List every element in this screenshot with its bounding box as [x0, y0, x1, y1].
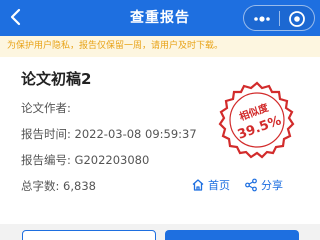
share-icon — [245, 178, 257, 192]
share-button[interactable]: 分享 — [244, 175, 283, 195]
nav-bar: 查重报告 — [0, 0, 320, 36]
more-icon[interactable] — [252, 9, 272, 29]
home-label: 首页 — [208, 179, 230, 192]
report-word-count: 总字数: 6,838 — [21, 179, 96, 193]
home-icon — [192, 179, 204, 191]
share-label: 分享 — [261, 179, 283, 192]
primary-action-button[interactable] — [165, 230, 299, 240]
report-title: 论文初稿2 — [21, 70, 92, 88]
capsule-menu — [243, 5, 315, 31]
home-button[interactable]: 首页 — [191, 175, 230, 195]
secondary-action-button[interactable] — [22, 230, 156, 240]
privacy-notice: 为保护用户隐私，报告仅保留一周，请用户及时下载。 — [0, 36, 320, 57]
report-number: 报告编号: G202203080 — [21, 153, 150, 167]
report-time: 报告时间: 2022-03-08 09:59:37 — [21, 127, 197, 141]
report-author: 论文作者: — [21, 101, 71, 115]
close-miniprogram-icon[interactable] — [287, 9, 307, 29]
capsule-divider — [279, 11, 280, 26]
report-card: 论文初稿2 论文作者: 报告时间: 2022-03-08 09:59:37 报告… — [0, 57, 320, 224]
similarity-stamp: 相似度 39.5% — [218, 81, 295, 159]
